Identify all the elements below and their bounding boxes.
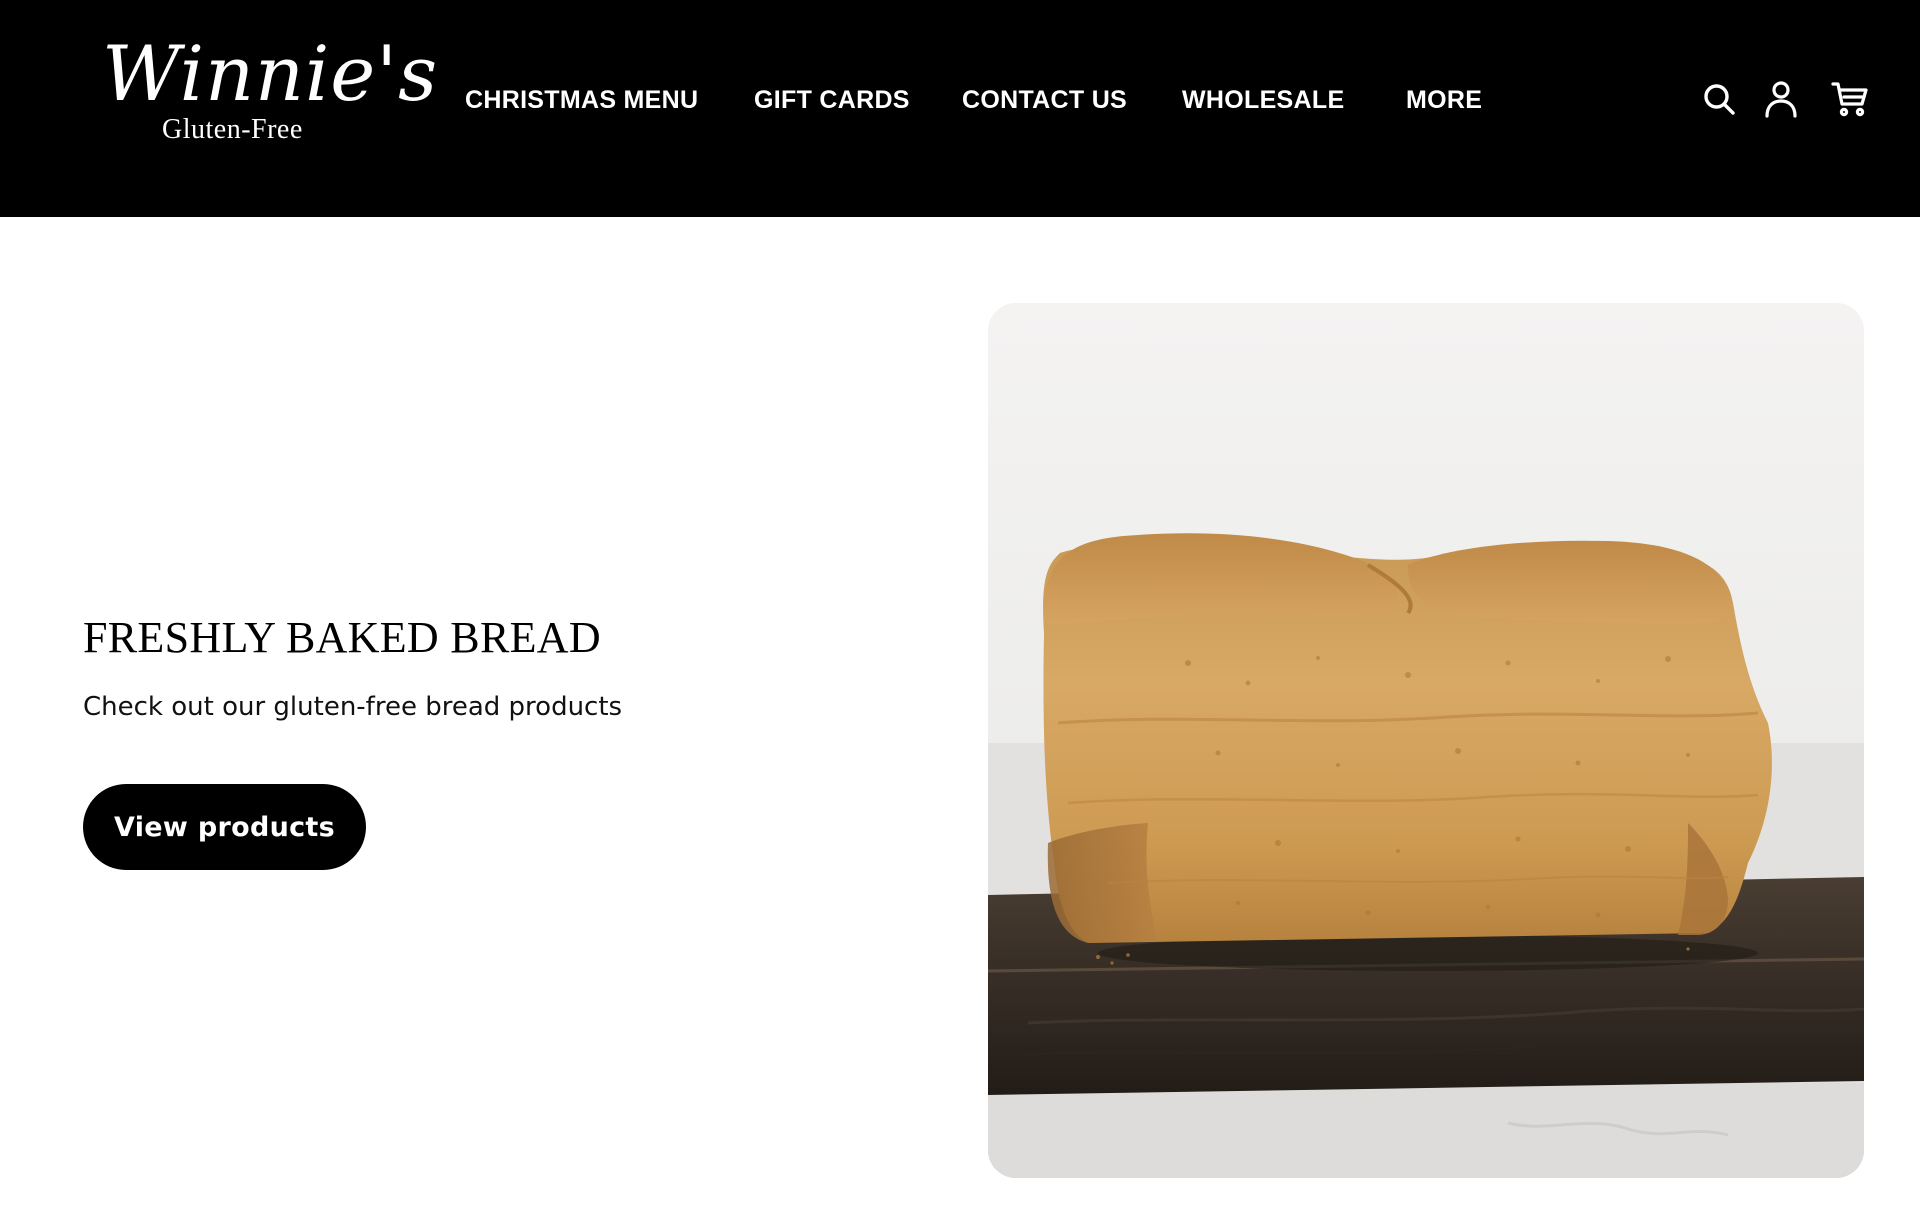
hero-title: FRESHLY BAKED BREAD bbox=[83, 613, 601, 662]
view-products-button[interactable]: View products bbox=[83, 784, 366, 870]
nav-item-more[interactable]: MORE bbox=[1406, 83, 1482, 117]
main-nav: CHRISTMAS MENU GIFT CARDS CONTACT US WHO… bbox=[0, 0, 1600, 217]
nav-item-contact-us[interactable]: CONTACT US bbox=[962, 83, 1127, 117]
account-icon[interactable] bbox=[1760, 78, 1802, 120]
search-icon[interactable] bbox=[1698, 78, 1740, 120]
bread-loaf-illustration bbox=[988, 303, 1864, 1178]
hero-subtitle: Check out our gluten-free bread products bbox=[83, 692, 623, 722]
site-header: Winnie's Gluten-Free CHRISTMAS MENU GIFT… bbox=[0, 0, 1920, 217]
nav-item-christmas-menu[interactable]: CHRISTMAS MENU bbox=[465, 83, 698, 117]
nav-item-gift-cards[interactable]: GIFT CARDS bbox=[754, 83, 910, 117]
bread-loaf-image bbox=[988, 303, 1864, 1178]
hero-text-block: FRESHLY BAKED BREAD Check out our gluten… bbox=[83, 610, 883, 724]
cart-icon[interactable] bbox=[1829, 78, 1871, 120]
nav-item-wholesale[interactable]: WHOLESALE bbox=[1182, 83, 1344, 117]
